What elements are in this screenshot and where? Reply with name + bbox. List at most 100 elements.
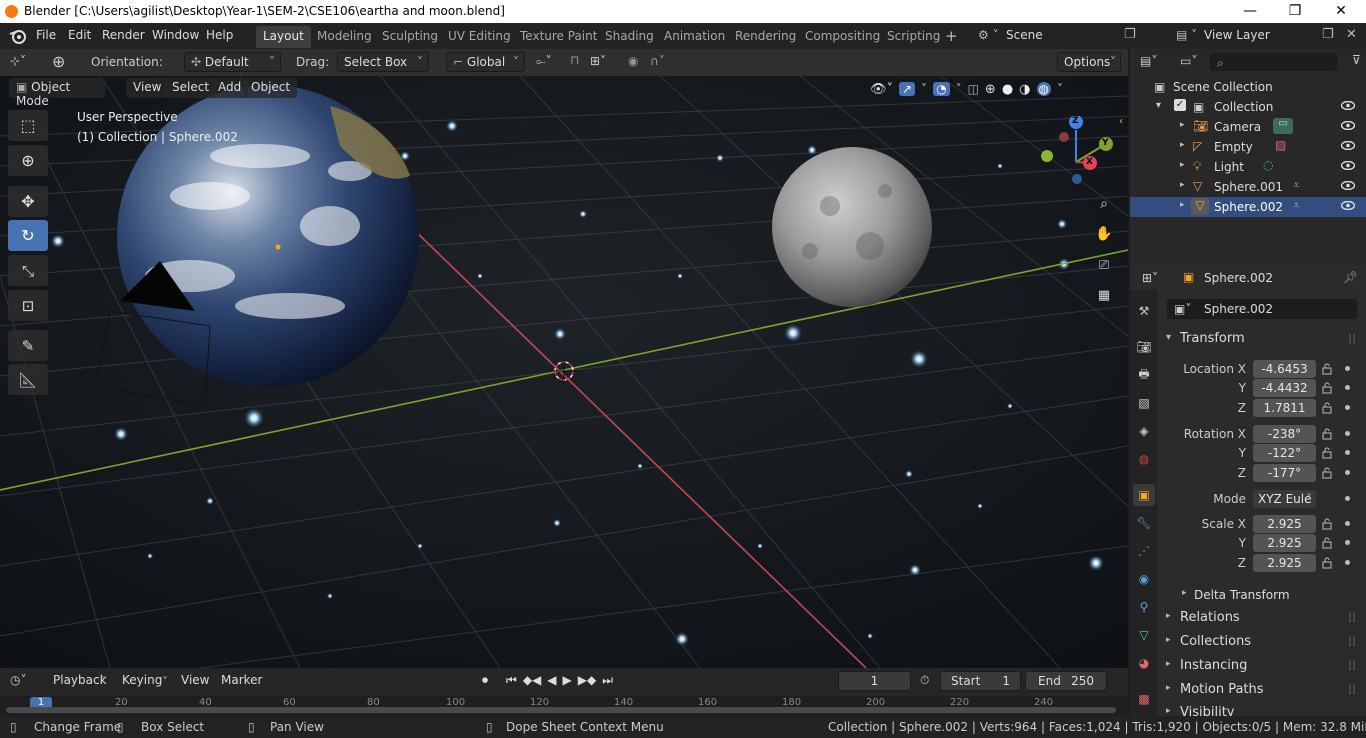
visibility-eye-icon[interactable]: [1341, 101, 1355, 110]
play-reverse-icon[interactable]: ◀: [547, 673, 556, 688]
zoom-icon[interactable]: ⌕: [1094, 196, 1114, 216]
keyframe-dot-icon[interactable]: [1345, 366, 1350, 371]
menu-file[interactable]: File: [36, 28, 56, 42]
scale-z-field[interactable]: 2.925: [1253, 554, 1316, 572]
jump-end-icon[interactable]: ⏭: [602, 673, 613, 688]
active-tool-icon[interactable]: ⊕: [52, 52, 65, 71]
outliner-search-input[interactable]: ⌕: [1210, 53, 1337, 71]
visibility-panel-header[interactable]: ▸ Visibility: [1158, 704, 1360, 716]
lock-icon[interactable]: [1321, 402, 1333, 414]
lock-icon[interactable]: [1321, 382, 1333, 394]
keyframe-dot-icon[interactable]: [1345, 540, 1350, 545]
play-icon[interactable]: ▶: [563, 673, 572, 688]
orientation-dropdown[interactable]: ✣ Default ˅: [184, 52, 281, 72]
falloff-icon[interactable]: ∩˅: [650, 54, 665, 68]
visibility-icon[interactable]: 👁︎˅: [870, 82, 893, 97]
new-scene-icon[interactable]: ❐: [1124, 27, 1136, 42]
keyframe-dot-icon[interactable]: [1345, 470, 1350, 475]
delta-transform-panel-header[interactable]: ▸ Delta Transform: [1180, 587, 1350, 605]
chevron-down-icon[interactable]: ˅: [921, 82, 927, 96]
wireframe-shading-icon[interactable]: ⊕: [985, 82, 996, 97]
visibility-eye-icon[interactable]: [1341, 181, 1355, 190]
light-data-icon[interactable]: ◌: [1263, 158, 1273, 172]
clock-icon[interactable]: ⏱: [920, 673, 929, 688]
expand-arrow-icon[interactable]: ▸: [1180, 140, 1185, 150]
jump-start-icon[interactable]: ⏮: [506, 673, 517, 688]
viewport-menu-add[interactable]: Add: [211, 78, 249, 98]
properties-editor-type-icon[interactable]: ⊞˅: [1142, 271, 1158, 285]
data-tab-icon[interactable]: ▽: [1133, 624, 1155, 646]
collections-panel-header[interactable]: ▸ Collections ⁞⁞: [1158, 633, 1360, 655]
transform-tool[interactable]: ⊡: [8, 290, 48, 321]
motion-paths-panel-header[interactable]: ▸ Motion Paths ⁞⁞: [1158, 681, 1360, 703]
timeline-menu-view[interactable]: View: [174, 671, 216, 691]
tab-compositing[interactable]: Compositing: [798, 26, 887, 48]
end-frame-field[interactable]: End 250: [1025, 671, 1107, 691]
snap-icon[interactable]: ⊓: [570, 53, 579, 67]
lock-icon[interactable]: [1321, 467, 1333, 479]
scene-tab-icon[interactable]: ◈: [1133, 420, 1155, 442]
remove-view-layer-icon[interactable]: ✕: [1346, 27, 1357, 42]
camera-view-icon[interactable]: ⎚: [1094, 258, 1114, 278]
expand-arrow-icon[interactable]: ▸: [1180, 180, 1185, 190]
next-keyframe-icon[interactable]: ▶◆: [578, 673, 596, 688]
view-layer-tab-icon[interactable]: ▧: [1133, 392, 1155, 414]
constraints-tab-icon[interactable]: ⚲: [1133, 596, 1155, 618]
tab-texture-paint[interactable]: Texture Paint: [513, 26, 604, 48]
drag-dropdown[interactable]: Select Box ˅: [337, 52, 429, 72]
outliner-item-camera[interactable]: ▸ 📷︎ Camera ▭: [1130, 117, 1366, 137]
output-tab-icon[interactable]: 🖶︎: [1133, 364, 1155, 386]
drag-handle-icon[interactable]: ⁞⁞: [1348, 635, 1356, 650]
tab-scripting[interactable]: Scripting: [880, 26, 947, 48]
object-mode-dropdown[interactable]: ▣ Object Mode: [9, 78, 105, 108]
transform-panel-header[interactable]: ▾ Transform ⁞⁞: [1158, 330, 1360, 352]
rotation-x-field[interactable]: -238°: [1253, 425, 1316, 443]
blender-menu-icon[interactable]: [9, 28, 27, 44]
display-mode-icon[interactable]: ▭˅: [1180, 54, 1197, 68]
menu-window[interactable]: Window: [152, 28, 199, 42]
timeline-menu-marker[interactable]: Marker: [214, 671, 269, 691]
rendered-shading-icon[interactable]: ◍: [1036, 82, 1051, 96]
relations-panel-header[interactable]: ▸ Relations ⁞⁞: [1158, 609, 1360, 631]
cursor-tool[interactable]: ⊕: [8, 145, 48, 176]
outliner-collection[interactable]: ▾ ✓ ▣ Collection: [1130, 97, 1366, 117]
3d-viewport[interactable]: User Perspective (1) Collection | Sphere…: [0, 76, 1128, 668]
tool-tab-icon[interactable]: ⚒: [1133, 300, 1155, 322]
view-layer-selector[interactable]: ▤ ˅ View Layer: [1170, 26, 1340, 46]
scale-x-field[interactable]: 2.925: [1253, 515, 1316, 533]
transform-orientation-dropdown[interactable]: ⌐ Global ˅: [446, 52, 525, 72]
annotate-tool[interactable]: ✎: [8, 330, 48, 361]
drag-handle-icon[interactable]: ⁞⁞: [1348, 683, 1356, 698]
tab-uv-editing[interactable]: UV Editing: [441, 26, 518, 48]
lock-icon[interactable]: [1321, 557, 1333, 569]
scale-tool[interactable]: ⤡: [8, 255, 48, 286]
tab-animation[interactable]: Animation: [657, 26, 732, 48]
chevron-down-icon[interactable]: ˅: [956, 82, 962, 96]
minimize-button[interactable]: —: [1227, 1, 1273, 23]
object-tab-icon[interactable]: ▣: [1133, 484, 1155, 506]
viewport-menu-view[interactable]: View: [126, 78, 169, 98]
location-z-field[interactable]: 1.7811: [1253, 399, 1316, 417]
world-tab-icon[interactable]: ◍: [1133, 448, 1155, 470]
mesh-data-icon[interactable]: ⩡: [1293, 198, 1300, 213]
lock-icon[interactable]: [1321, 518, 1333, 530]
camera-data-icon[interactable]: ▭: [1273, 118, 1293, 134]
proportional-editing-icon[interactable]: ◉: [628, 54, 638, 68]
outliner-editor-type-icon[interactable]: ▤˅: [1140, 54, 1157, 68]
keyframe-dot-icon[interactable]: [1345, 385, 1350, 390]
rotation-mode-dropdown[interactable]: XYZ Eule ˅: [1253, 490, 1316, 508]
menu-render[interactable]: Render: [102, 28, 145, 42]
rotation-y-field[interactable]: -122°: [1253, 444, 1316, 462]
viewport-menu-select[interactable]: Select: [165, 78, 217, 98]
timeline-ruler[interactable]: 1 20 40 60 80 100 120 140 160 180 200 22…: [0, 696, 1128, 716]
location-x-field[interactable]: -4.6453: [1253, 360, 1316, 378]
expand-arrow-icon[interactable]: ▸: [1180, 120, 1185, 130]
pin-icon[interactable]: 📌︎: [1343, 270, 1358, 284]
start-frame-field[interactable]: Start 1: [940, 671, 1021, 691]
physics-tab-icon[interactable]: ◉: [1133, 568, 1155, 590]
xray-icon[interactable]: ◫: [968, 82, 979, 96]
snap-target-icon[interactable]: ⊞˅: [590, 54, 606, 68]
object-name-field[interactable]: ▣˅ Sphere.002: [1167, 299, 1357, 319]
lock-icon[interactable]: [1321, 428, 1333, 440]
menu-help[interactable]: Help: [206, 28, 233, 42]
